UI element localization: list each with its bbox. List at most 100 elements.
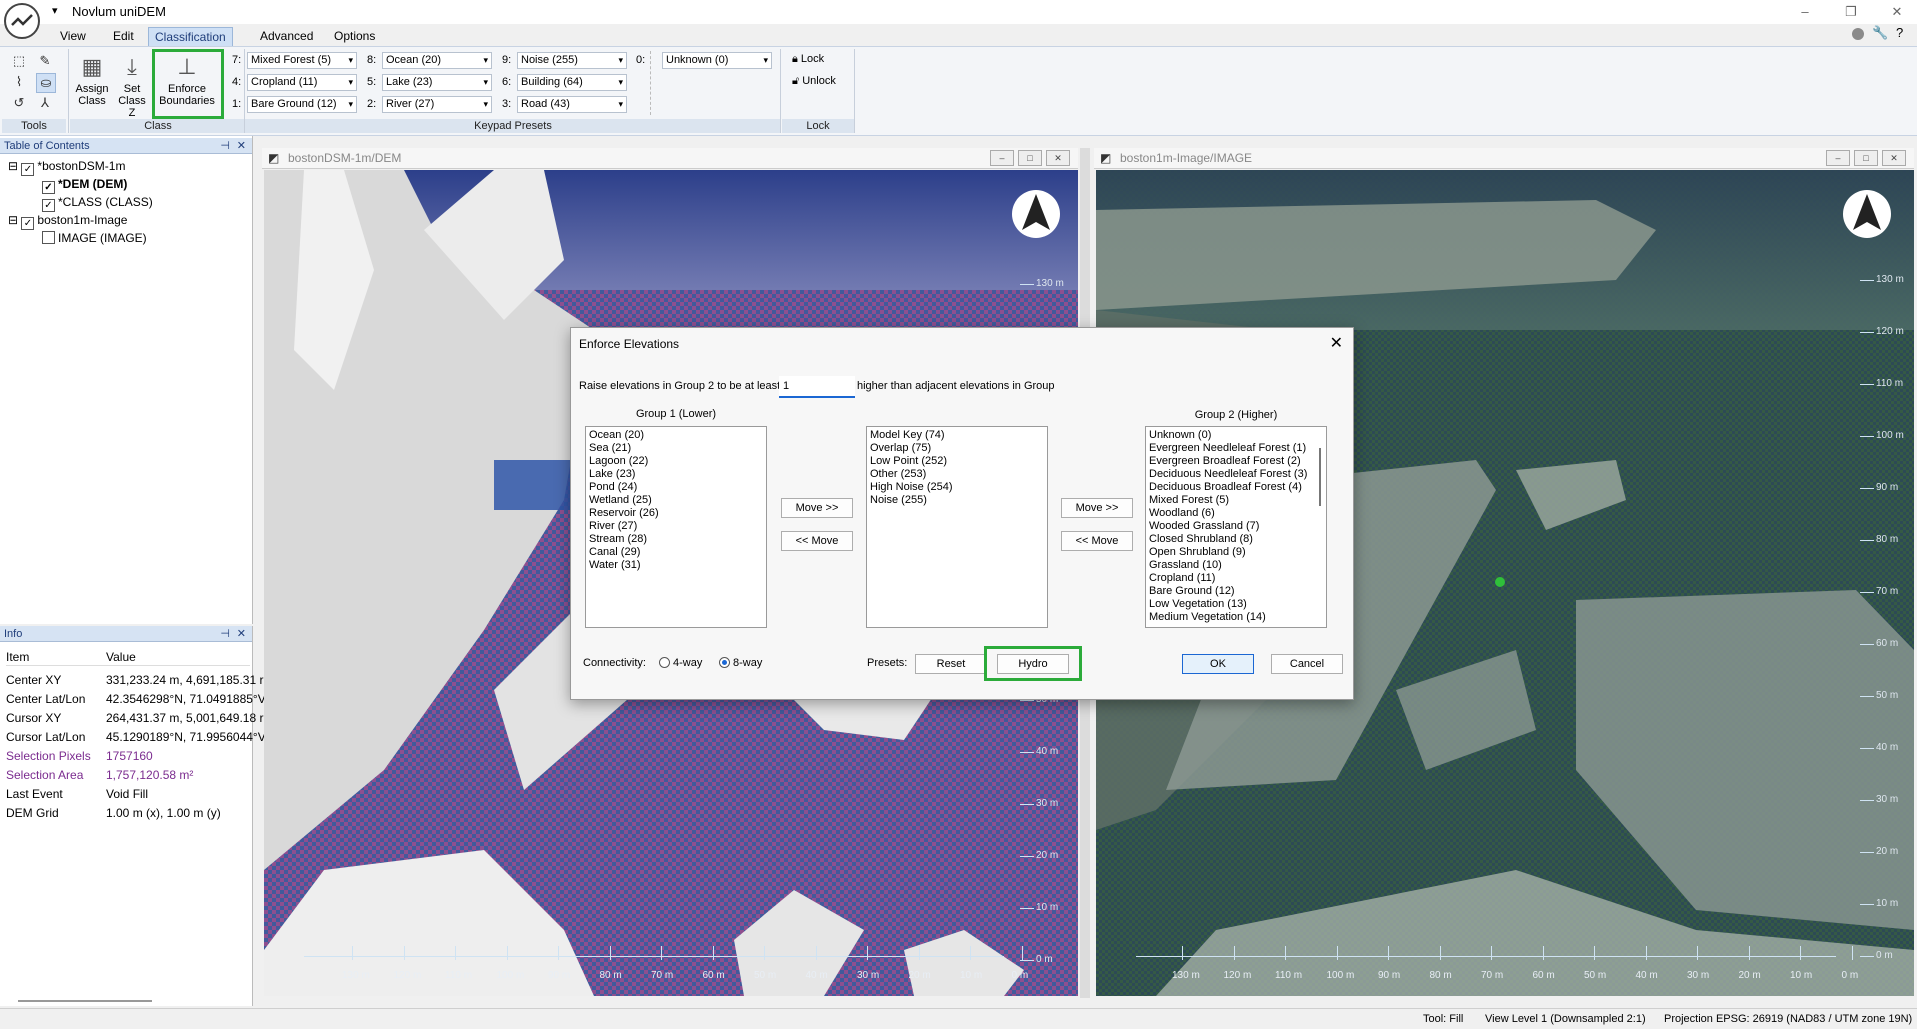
- list-item[interactable]: Cropland (11): [1149, 572, 1323, 585]
- list-item[interactable]: Bare Ground (12): [1149, 585, 1323, 598]
- list-item[interactable]: Medium Vegetation (14): [1149, 611, 1323, 624]
- lock-button[interactable]: 🔒︎ Lock: [792, 53, 824, 66]
- list-item[interactable]: Water (31): [589, 559, 763, 572]
- status-circle-icon[interactable]: [1852, 28, 1864, 40]
- list-item[interactable]: Unknown (0): [1149, 429, 1323, 442]
- toc-item-bostondsm[interactable]: ⊟ ✓ *bostonDSM-1m: [8, 158, 125, 176]
- move-right-button-1[interactable]: Move >>: [781, 498, 853, 518]
- group1-list[interactable]: Ocean (20) Sea (21) Lagoon (22) Lake (23) Po…: [585, 426, 767, 628]
- maximize-view-button[interactable]: □: [1018, 150, 1042, 166]
- move-right-button-2[interactable]: Move >>: [1061, 498, 1133, 518]
- list-item[interactable]: Evergreen Broadleaf Forest (2): [1149, 455, 1323, 468]
- minimize-view-button[interactable]: –: [1826, 150, 1850, 166]
- list-item[interactable]: Lagoon (22): [589, 455, 763, 468]
- checkbox[interactable]: ✓: [42, 199, 55, 212]
- cancel-button[interactable]: Cancel: [1271, 654, 1343, 674]
- list-item[interactable]: Closed Shrubland (8): [1149, 533, 1323, 546]
- list-item[interactable]: Evergreen Needleleaf Forest (1): [1149, 442, 1323, 455]
- list-item[interactable]: Low Point (252): [870, 455, 1044, 468]
- list-item[interactable]: Stream (28): [589, 533, 763, 546]
- preset-select[interactable]: Building (64): [517, 74, 627, 91]
- list-item[interactable]: Overlap (75): [870, 442, 1044, 455]
- close-view-button[interactable]: ✕: [1046, 150, 1070, 166]
- list-item[interactable]: Woodland (6): [1149, 507, 1323, 520]
- preset-select[interactable]: Noise (255): [517, 52, 627, 69]
- middle-list[interactable]: Model Key (74) Overlap (75) Low Point (252…: [866, 426, 1048, 628]
- tab-advanced[interactable]: Advanced: [254, 27, 319, 46]
- reset-button[interactable]: Reset: [915, 654, 987, 674]
- wrench-icon[interactable]: 🔧: [1872, 25, 1888, 41]
- collapse-icon[interactable]: ⊟: [8, 213, 18, 227]
- list-item[interactable]: Wooded Grassland (7): [1149, 520, 1323, 533]
- tab-options[interactable]: Options: [328, 27, 381, 46]
- radio-8-way[interactable]: 8-way: [719, 657, 762, 669]
- group2-scrollbar[interactable]: [1319, 448, 1321, 506]
- move-left-button-1[interactable]: << Move: [781, 531, 853, 551]
- toc-item-class[interactable]: ✓ *CLASS (CLASS): [42, 194, 153, 212]
- preset-select[interactable]: Cropland (11): [247, 74, 357, 91]
- dialog-close-icon[interactable]: ✕: [1330, 333, 1343, 353]
- preset-0[interactable]: 0: Unknown (0): [636, 52, 776, 69]
- toc-item-boston-image[interactable]: ⊟ ✓ boston1m-Image: [8, 212, 127, 230]
- preset-select[interactable]: Unknown (0): [662, 52, 772, 69]
- list-item[interactable]: Lake (23): [589, 468, 763, 481]
- list-item[interactable]: Open Shrubland (9): [1149, 546, 1323, 559]
- list-item[interactable]: Mixed Forest (5): [1149, 494, 1323, 507]
- assign-class-button[interactable]: ▦ Assign Class: [72, 53, 112, 107]
- unlock-button[interactable]: 🔓︎ Unlock: [792, 75, 836, 88]
- list-item[interactable]: Other (253): [870, 468, 1044, 481]
- list-item[interactable]: Model Key (74): [870, 429, 1044, 442]
- raise-value-input[interactable]: [779, 376, 855, 398]
- list-item[interactable]: Deciduous Broadleaf Forest (4): [1149, 481, 1323, 494]
- move-left-button-2[interactable]: << Move: [1061, 531, 1133, 551]
- pencil-icon[interactable]: ✎: [36, 52, 54, 70]
- toc-item-image[interactable]: IMAGE (IMAGE): [42, 230, 147, 246]
- preset-select[interactable]: Road (43): [517, 96, 627, 113]
- radio-4-way[interactable]: 4-way: [659, 657, 702, 669]
- checkbox[interactable]: [42, 231, 55, 244]
- lasso-icon[interactable]: ⌇: [10, 73, 28, 91]
- list-item[interactable]: Wetland (25): [589, 494, 763, 507]
- freehand-icon[interactable]: ↺: [10, 94, 28, 112]
- checkbox[interactable]: ✓: [21, 163, 35, 176]
- radio-circle[interactable]: [659, 657, 670, 668]
- close-icon[interactable]: ✕: [237, 138, 246, 154]
- ok-button[interactable]: OK: [1182, 654, 1254, 674]
- pin-icon[interactable]: ⊣: [220, 138, 230, 154]
- collapse-icon[interactable]: ⊟: [8, 159, 18, 173]
- quick-access-dropdown[interactable]: ▾: [52, 4, 58, 17]
- list-item[interactable]: Deciduous Needleleaf Forest (3): [1149, 468, 1323, 481]
- minimize-view-button[interactable]: –: [990, 150, 1014, 166]
- tab-edit[interactable]: Edit: [107, 27, 140, 46]
- list-item[interactable]: Ocean (20): [589, 429, 763, 442]
- list-item[interactable]: High Noise (254): [870, 481, 1044, 494]
- preset-select[interactable]: Lake (23): [382, 74, 492, 91]
- close-window-button[interactable]: ✕: [1882, 2, 1912, 22]
- preset-select[interactable]: Ocean (20): [382, 52, 492, 69]
- list-item[interactable]: Grassland (10): [1149, 559, 1323, 572]
- tab-classification[interactable]: Classification: [148, 27, 233, 47]
- list-item[interactable]: Pond (24): [589, 481, 763, 494]
- checkbox[interactable]: ✓: [21, 217, 35, 230]
- fill-bucket-icon[interactable]: ⛀: [36, 73, 56, 93]
- help-icon[interactable]: ?: [1896, 25, 1903, 40]
- toc-item-dem[interactable]: ✓ *DEM (DEM): [42, 176, 127, 194]
- list-item[interactable]: Reservoir (26): [589, 507, 763, 520]
- tab-view[interactable]: View: [54, 27, 92, 46]
- group2-list[interactable]: Unknown (0) Evergreen Needleleaf Forest (…: [1145, 426, 1327, 628]
- panel-scrollbar[interactable]: [18, 1000, 152, 1002]
- pin-icon[interactable]: ⊣: [220, 626, 230, 642]
- checkbox[interactable]: ✓: [42, 181, 55, 194]
- preset-select[interactable]: River (27): [382, 96, 492, 113]
- list-item[interactable]: Noise (255): [870, 494, 1044, 507]
- set-class-z-button[interactable]: ⤓ Set Class Z: [114, 53, 150, 119]
- list-item[interactable]: Canal (29): [589, 546, 763, 559]
- maximize-view-button[interactable]: □: [1854, 150, 1878, 166]
- minimize-button[interactable]: –: [1790, 2, 1820, 22]
- list-item[interactable]: River (27): [589, 520, 763, 533]
- restore-button[interactable]: ❐: [1836, 2, 1866, 22]
- peak-icon[interactable]: ⅄: [36, 94, 54, 112]
- radio-circle[interactable]: [719, 657, 730, 668]
- list-item[interactable]: Sea (21): [589, 442, 763, 455]
- preset-select[interactable]: Bare Ground (12): [247, 96, 357, 113]
